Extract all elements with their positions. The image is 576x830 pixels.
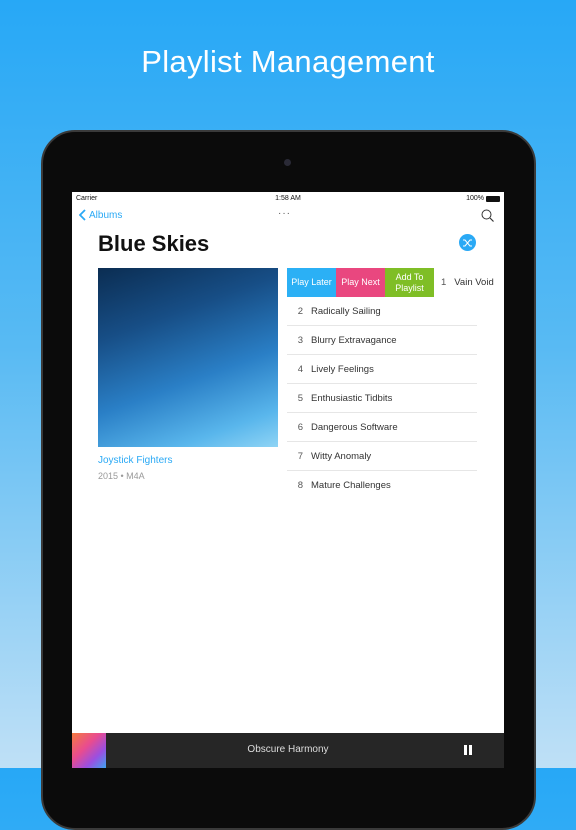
- track-title: Lively Feelings: [311, 363, 374, 375]
- album-meta: 2015 • M4A: [98, 471, 145, 481]
- screen: Carrier 1:58 AM 100% Albums ··· Blue Ski…: [72, 192, 504, 768]
- track-row[interactable]: 8 Mature Challenges: [287, 471, 477, 500]
- track-title: Radically Sailing: [311, 305, 381, 317]
- track-number: 1: [441, 277, 447, 288]
- album-title: Blue Skies: [98, 231, 210, 256]
- track-row[interactable]: 4 Lively Feelings: [287, 355, 477, 384]
- now-playing-bar[interactable]: Obscure Harmony: [72, 733, 504, 768]
- chevron-left-icon: [79, 209, 86, 221]
- camera: [284, 159, 291, 166]
- track-title: Dangerous Software: [311, 421, 398, 433]
- track-title: Blurry Extravagance: [311, 334, 397, 346]
- track-row[interactable]: 5 Enthusiastic Tidbits: [287, 384, 477, 413]
- track-title: Mature Challenges: [311, 480, 391, 491]
- now-playing-title: Obscure Harmony: [247, 744, 329, 755]
- shuffle-button[interactable]: [459, 234, 476, 251]
- play-later-button[interactable]: Play Later: [287, 268, 336, 297]
- track-row[interactable]: 2 Radically Sailing: [287, 297, 477, 326]
- search-button[interactable]: [481, 209, 494, 227]
- status-bar: Carrier 1:58 AM 100%: [72, 192, 504, 205]
- track-number: 8: [297, 480, 303, 491]
- track-number: 2: [297, 305, 303, 317]
- battery-percent: 100%: [466, 195, 484, 202]
- more-button[interactable]: ···: [278, 208, 291, 219]
- track-row[interactable]: 3 Blurry Extravagance: [287, 326, 477, 355]
- track-number: 7: [297, 450, 303, 462]
- back-label: Albums: [89, 209, 123, 221]
- track-title: Witty Anomaly: [311, 450, 372, 462]
- album-artwork[interactable]: [98, 268, 278, 447]
- track-title: Vain Void: [454, 277, 494, 288]
- artist-link[interactable]: Joystick Fighters: [98, 455, 172, 466]
- play-next-button[interactable]: Play Next: [336, 268, 385, 297]
- search-icon: [481, 209, 494, 222]
- track-row[interactable]: 6 Dangerous Software: [287, 413, 477, 442]
- pause-button[interactable]: [464, 745, 472, 755]
- pause-icon: [464, 745, 467, 755]
- track-row[interactable]: 7 Witty Anomaly: [287, 442, 477, 471]
- shuffle-icon: [462, 239, 472, 246]
- track-title: Enthusiastic Tidbits: [311, 392, 393, 404]
- track-number: 3: [297, 334, 303, 346]
- battery-icon: [486, 195, 500, 202]
- track-number: 5: [297, 392, 303, 404]
- back-button[interactable]: Albums: [79, 209, 122, 221]
- track-number: 6: [297, 421, 303, 433]
- clock: 1:58 AM: [275, 195, 301, 202]
- track-number: 4: [297, 363, 303, 375]
- track-list: Play Later Play Next Add To Playlist 1 V…: [287, 268, 494, 500]
- track-row-swiped[interactable]: Play Later Play Next Add To Playlist 1 V…: [287, 268, 504, 297]
- add-to-playlist-button[interactable]: Add To Playlist: [385, 268, 434, 297]
- headline: Playlist Management: [141, 44, 435, 79]
